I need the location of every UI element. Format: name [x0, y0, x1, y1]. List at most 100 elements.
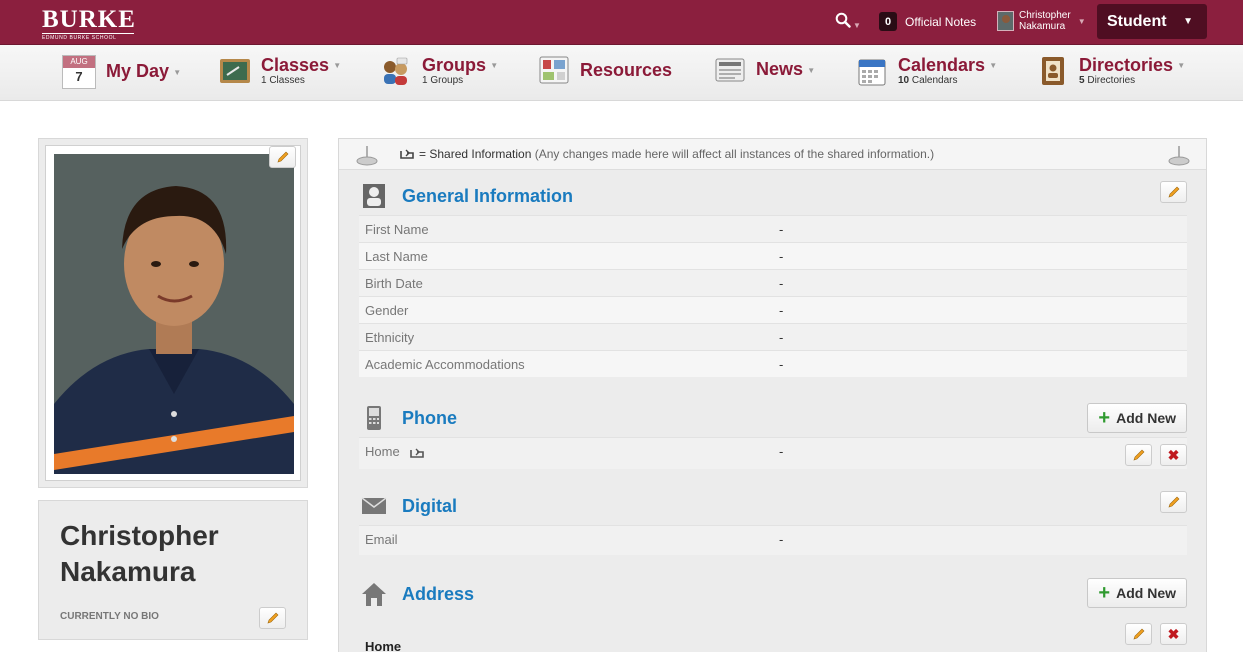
digital-title[interactable]: Digital: [402, 496, 457, 517]
address-type-label: Home: [365, 639, 402, 652]
pushpin-icon: [1168, 146, 1190, 166]
shared-icon: [410, 448, 425, 458]
field-value: -: [779, 357, 784, 372]
pencil-icon: [1168, 186, 1179, 198]
chevron-down-icon: ▼: [1077, 16, 1086, 26]
field-value: -: [779, 249, 784, 264]
photo-frame: [45, 145, 301, 481]
table-row: Birth Date -: [359, 269, 1187, 296]
nav-resources[interactable]: Resources: [538, 55, 672, 85]
pencil-icon: [267, 612, 278, 624]
nav-my-day-label: My Day: [106, 61, 170, 82]
field-label: Ethnicity: [365, 330, 415, 345]
notes-label: Official Notes: [905, 14, 977, 29]
delete-address-button[interactable]: ✖: [1160, 623, 1187, 645]
add-phone-button[interactable]: + Add New: [1087, 403, 1187, 433]
shared-icon: [400, 149, 414, 159]
nav-directories[interactable]: Directories ▼ 5 Directories: [1037, 55, 1185, 86]
address-title[interactable]: Address: [402, 584, 474, 605]
user-menu[interactable]: Christopher Nakamura ▼: [997, 10, 1086, 32]
field-label: Email: [365, 532, 398, 547]
field-label: Birth Date: [365, 276, 423, 291]
chevron-down-icon: ▼: [331, 61, 342, 71]
logo-subtitle: EDMUND BURKE SCHOOL: [42, 33, 134, 41]
profile-last-name: Nakamura: [60, 556, 196, 587]
nav-classes-count: 1 Classes: [261, 75, 305, 87]
chevron-down-icon: ▼: [805, 65, 816, 75]
delete-phone-button[interactable]: ✖: [1160, 444, 1187, 466]
profile-name: Christopher Nakamura: [60, 518, 219, 590]
nav-my-day[interactable]: AUG 7 My Day ▼: [62, 55, 181, 89]
edit-bio-button[interactable]: [259, 607, 286, 629]
nav-news-label: News: [756, 59, 804, 80]
people-icon: [380, 56, 412, 86]
address-book-icon: [1037, 56, 1069, 86]
edit-general-info-button[interactable]: [1160, 181, 1187, 203]
field-label: First Name: [365, 222, 429, 237]
search-icon: [835, 12, 851, 28]
envelope-icon: [361, 493, 387, 519]
role-label: Student: [1107, 12, 1167, 30]
chalkboard-icon: [219, 56, 251, 86]
close-icon: ✖: [1167, 625, 1180, 642]
house-icon: [361, 581, 387, 607]
nav-groups-label: Groups: [422, 55, 487, 75]
add-address-label: Add New: [1116, 585, 1176, 601]
general-info-section: General Information First Name - Last Nam…: [359, 175, 1187, 377]
general-info-title[interactable]: General Information: [402, 186, 573, 207]
field-label: Last Name: [365, 249, 428, 264]
field-value: -: [779, 303, 784, 318]
nav-calendars[interactable]: Calendars ▼ 10 Calendars: [856, 55, 997, 86]
logo-text: BURKE: [42, 6, 136, 33]
field-value: -: [779, 330, 784, 345]
nav-directories-count: 5: [1079, 75, 1085, 87]
role-switcher[interactable]: Student ▼: [1097, 4, 1207, 39]
table-row: Last Name -: [359, 242, 1187, 269]
table-row: Ethnicity -: [359, 323, 1187, 350]
pencil-icon: [277, 151, 288, 163]
digital-section: Digital Email -: [359, 485, 1187, 555]
plus-icon: +: [1098, 582, 1111, 604]
user-last-name: Nakamura: [1019, 21, 1066, 32]
field-label: Academic Accommodations: [365, 357, 525, 372]
profile-photo: [54, 154, 294, 474]
nav-classes[interactable]: Classes ▼ 1 Classes: [219, 55, 341, 86]
official-notes-link[interactable]: 0 Official Notes: [879, 12, 976, 31]
pencil-icon: [1133, 628, 1144, 640]
pencil-icon: [1168, 496, 1179, 508]
nav-directories-label: Directories: [1079, 55, 1174, 75]
phone-icon: [361, 405, 387, 431]
nav-groups[interactable]: Groups ▼ 1 Groups: [380, 55, 498, 86]
field-label: Gender: [365, 303, 409, 318]
plus-icon: +: [1098, 407, 1111, 429]
add-phone-label: Add New: [1116, 410, 1176, 426]
edit-photo-button[interactable]: [269, 146, 296, 168]
chevron-down-icon: ▼: [1175, 61, 1186, 71]
edit-phone-button[interactable]: [1125, 444, 1152, 466]
table-row: Email -: [359, 525, 1187, 555]
school-logo[interactable]: BURKE EDMUND BURKE SCHOOL: [42, 6, 136, 41]
address-section: Address + Add New ✖: [359, 573, 1187, 645]
nav-news[interactable]: News ▼: [714, 55, 815, 85]
cal-day: 7: [75, 69, 83, 84]
cal-month: AUG: [63, 56, 95, 68]
top-bar: BURKE EDMUND BURKE SCHOOL ▼ 0 Official N…: [0, 0, 1243, 45]
shared-label: = Shared Information: [419, 147, 532, 161]
avatar: [997, 11, 1014, 31]
chevron-down-icon: ▼: [1183, 16, 1193, 27]
phone-title[interactable]: Phone: [402, 408, 457, 429]
calendar-icon: [856, 56, 888, 86]
profile-photo-card: [38, 138, 308, 488]
table-row: Academic Accommodations -: [359, 350, 1187, 377]
chevron-down-icon: ▼: [171, 67, 182, 77]
nav-directories-sub: Directories: [1087, 75, 1136, 87]
search-button[interactable]: ▼: [835, 12, 861, 33]
pushpin-icon: [356, 146, 378, 166]
profile-first-name: Christopher: [60, 520, 219, 551]
edit-address-button[interactable]: [1125, 623, 1152, 645]
add-address-button[interactable]: + Add New: [1087, 578, 1187, 608]
edit-digital-button[interactable]: [1160, 491, 1187, 513]
nav-classes-label: Classes: [261, 55, 330, 75]
table-row: First Name -: [359, 215, 1187, 242]
resources-icon: [538, 55, 570, 85]
